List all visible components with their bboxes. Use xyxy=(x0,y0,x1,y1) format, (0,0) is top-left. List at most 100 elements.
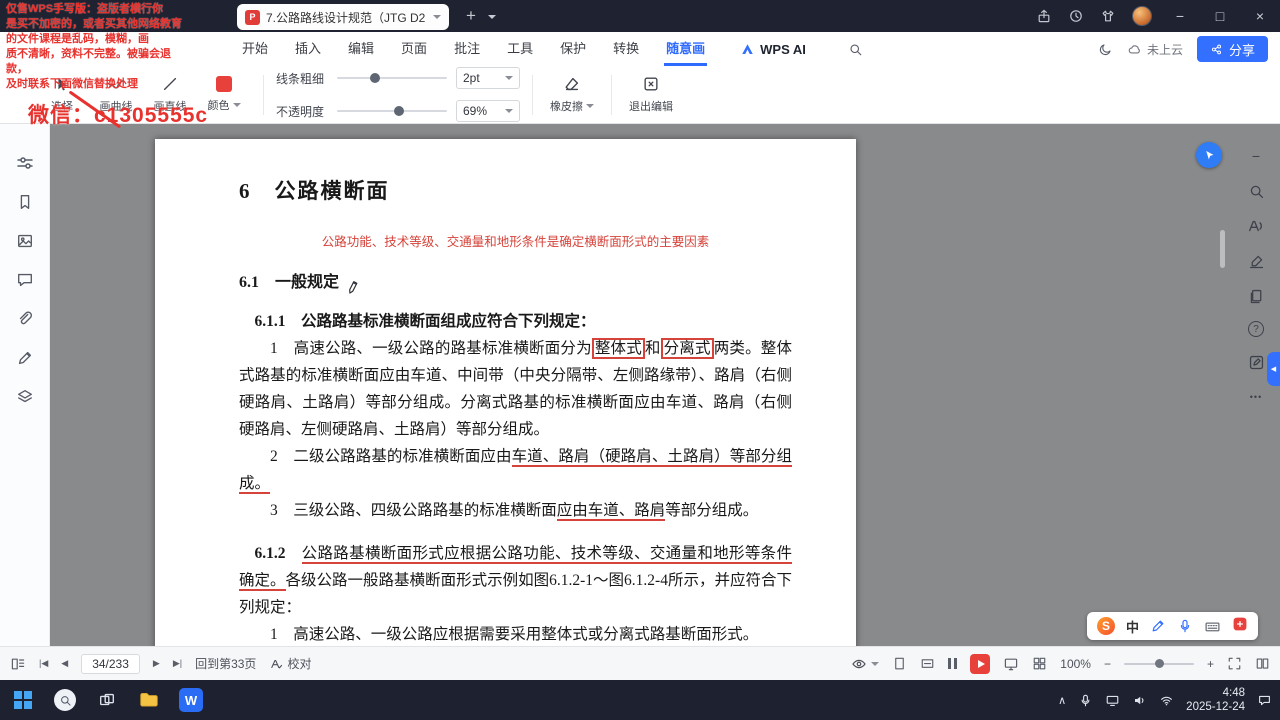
opacity-knob[interactable] xyxy=(394,106,405,116)
tab-list-chevron-icon[interactable] xyxy=(488,15,496,19)
help-icon[interactable]: ? xyxy=(1248,321,1264,337)
document-viewport[interactable]: 6 公路横断面 公路功能、技术等级、交通量和地形条件是确定横断面形式的主要因素 6.… xyxy=(50,124,1280,646)
cloud-status[interactable]: 未上云 xyxy=(1127,41,1183,58)
copy-page-icon[interactable] xyxy=(1246,286,1266,306)
ime-language-toggle[interactable]: 中 xyxy=(1126,617,1139,636)
line-width-slider[interactable] xyxy=(337,73,447,83)
task-view-button[interactable] xyxy=(94,687,120,713)
fit-width-icon[interactable] xyxy=(920,656,935,671)
wps-app-button[interactable]: W xyxy=(178,687,204,713)
more-tools-icon[interactable]: ••• xyxy=(1246,387,1266,407)
handwriting-icon[interactable] xyxy=(1150,618,1166,634)
document-tab[interactable]: P 7.公路路线设计规范（JTG D2 xyxy=(237,4,449,30)
text-segment: 3 三级公路、四级公路路基的标准横断面 xyxy=(270,502,557,519)
draw-curve-tool[interactable]: 画曲线 xyxy=(89,75,143,114)
view-mode-button[interactable] xyxy=(851,656,880,672)
line-width-select[interactable]: 2pt xyxy=(456,67,520,89)
opacity-slider[interactable] xyxy=(337,106,447,116)
exit-edit-tool[interactable]: 退出编辑 xyxy=(624,75,678,114)
zoom-out-button[interactable]: − xyxy=(1104,657,1111,671)
page-indicator[interactable]: 34/233 xyxy=(81,653,140,674)
two-page-icon[interactable] xyxy=(1255,656,1270,671)
attachment-icon[interactable] xyxy=(14,308,36,330)
search-icon[interactable] xyxy=(848,42,863,57)
fullscreen-icon[interactable] xyxy=(1227,656,1242,671)
menu-item-页面[interactable]: 页面 xyxy=(399,32,429,66)
draw-line-tool[interactable]: 画直线 xyxy=(143,75,197,114)
find-icon[interactable] xyxy=(1246,181,1266,201)
zoom-value[interactable]: 100% xyxy=(1060,657,1091,671)
layers-icon[interactable] xyxy=(14,386,36,408)
history-icon[interactable] xyxy=(1068,8,1084,24)
next-page-button[interactable]: ▶ xyxy=(153,658,160,669)
menu-item-保护[interactable]: 保护 xyxy=(558,32,588,66)
menu-item-转换[interactable]: 转换 xyxy=(611,32,641,66)
pause-icon[interactable] xyxy=(948,658,958,669)
notification-icon[interactable] xyxy=(1257,693,1272,708)
grid-view-icon[interactable] xyxy=(1032,656,1047,671)
edge-panel-tab[interactable]: ◀ xyxy=(1267,352,1280,386)
tray-speaker-icon[interactable] xyxy=(1132,693,1147,708)
menu-item-工具[interactable]: 工具 xyxy=(505,32,535,66)
menu-item-编辑[interactable]: 编辑 xyxy=(346,32,376,66)
comment-icon[interactable] xyxy=(14,269,36,291)
proofread-button[interactable]: 校对 xyxy=(269,655,311,672)
minimize-button[interactable]: − xyxy=(1160,0,1200,32)
play-button[interactable] xyxy=(970,653,991,674)
tray-display-icon[interactable] xyxy=(1105,693,1120,708)
eraser-tool[interactable]: 橡皮擦 xyxy=(545,75,599,114)
zoom-knob[interactable] xyxy=(1155,658,1165,668)
menu-item-批注[interactable]: 批注 xyxy=(452,32,482,66)
upload-icon[interactable] xyxy=(1036,8,1052,24)
file-explorer-button[interactable] xyxy=(136,687,162,713)
proofread-label: 校对 xyxy=(287,657,312,671)
zoom-in-button[interactable]: + xyxy=(1207,657,1214,671)
sogou-logo-icon[interactable]: S xyxy=(1096,617,1115,635)
opacity-select[interactable]: 69% xyxy=(456,100,520,122)
previous-page-button[interactable]: ◀ xyxy=(61,658,68,669)
presentation-icon[interactable] xyxy=(1003,656,1019,672)
tray-network-icon[interactable] xyxy=(1159,693,1174,708)
annotate-icon[interactable] xyxy=(1246,352,1266,372)
close-button[interactable]: × xyxy=(1240,0,1280,32)
image-annotation-icon[interactable] xyxy=(14,230,36,252)
annotation-settings-icon[interactable] xyxy=(14,152,36,174)
read-aloud-icon[interactable] xyxy=(1246,216,1266,236)
keyboard-icon[interactable] xyxy=(1204,618,1221,635)
tray-mic-icon[interactable] xyxy=(1078,693,1093,708)
last-page-button[interactable]: ▶| xyxy=(173,658,182,669)
maximize-button[interactable]: □ xyxy=(1200,0,1240,32)
taskbar-clock[interactable]: 4:48 2025-12-24 xyxy=(1186,686,1245,714)
color-tool[interactable]: 颜色 xyxy=(197,76,251,113)
skin-icon[interactable] xyxy=(1100,8,1116,24)
toolbox-icon[interactable] xyxy=(1232,616,1248,637)
fit-page-icon[interactable] xyxy=(892,656,907,671)
first-page-button[interactable]: |◀ xyxy=(39,658,48,669)
start-button[interactable] xyxy=(10,687,36,713)
thumbnail-panel-icon[interactable] xyxy=(10,656,26,672)
bookmark-icon[interactable] xyxy=(14,191,36,213)
assistant-bubble[interactable] xyxy=(1196,142,1222,168)
exit-edit-label: 退出编辑 xyxy=(629,101,673,113)
menu-item-插入[interactable]: 插入 xyxy=(293,32,323,66)
line-width-knob[interactable] xyxy=(370,73,380,83)
select-tool[interactable]: 选择 xyxy=(35,75,89,114)
wps-ai-menu[interactable]: WPS AI xyxy=(740,42,806,57)
signature-icon[interactable] xyxy=(1246,251,1266,271)
theme-icon[interactable] xyxy=(1098,42,1113,57)
clause-6-1-1-item-2: 2 二级公路路基的标准横断面应由车道、路肩（硬路肩、土路肩）等部分组成。 xyxy=(239,443,792,497)
voice-input-icon[interactable] xyxy=(1177,618,1193,634)
taskbar-search[interactable] xyxy=(52,687,78,713)
new-tab-button[interactable]: + xyxy=(459,0,483,32)
user-avatar[interactable] xyxy=(1132,6,1152,26)
zoom-slider[interactable] xyxy=(1123,658,1194,668)
share-button[interactable]: 分享 xyxy=(1196,36,1268,62)
tab-chevron-down-icon[interactable] xyxy=(433,15,441,19)
collapse-toolbar-icon[interactable]: − xyxy=(1246,146,1266,166)
menu-item-开始[interactable]: 开始 xyxy=(240,32,270,66)
back-to-page-link[interactable]: 回到第33页 xyxy=(195,655,256,672)
pen-annotation-icon[interactable] xyxy=(14,347,36,369)
menu-item-随意画[interactable]: 随意画 xyxy=(664,32,707,66)
tray-chevron-up-icon[interactable]: ∧ xyxy=(1058,694,1066,707)
document-scrollbar[interactable] xyxy=(1220,230,1225,268)
